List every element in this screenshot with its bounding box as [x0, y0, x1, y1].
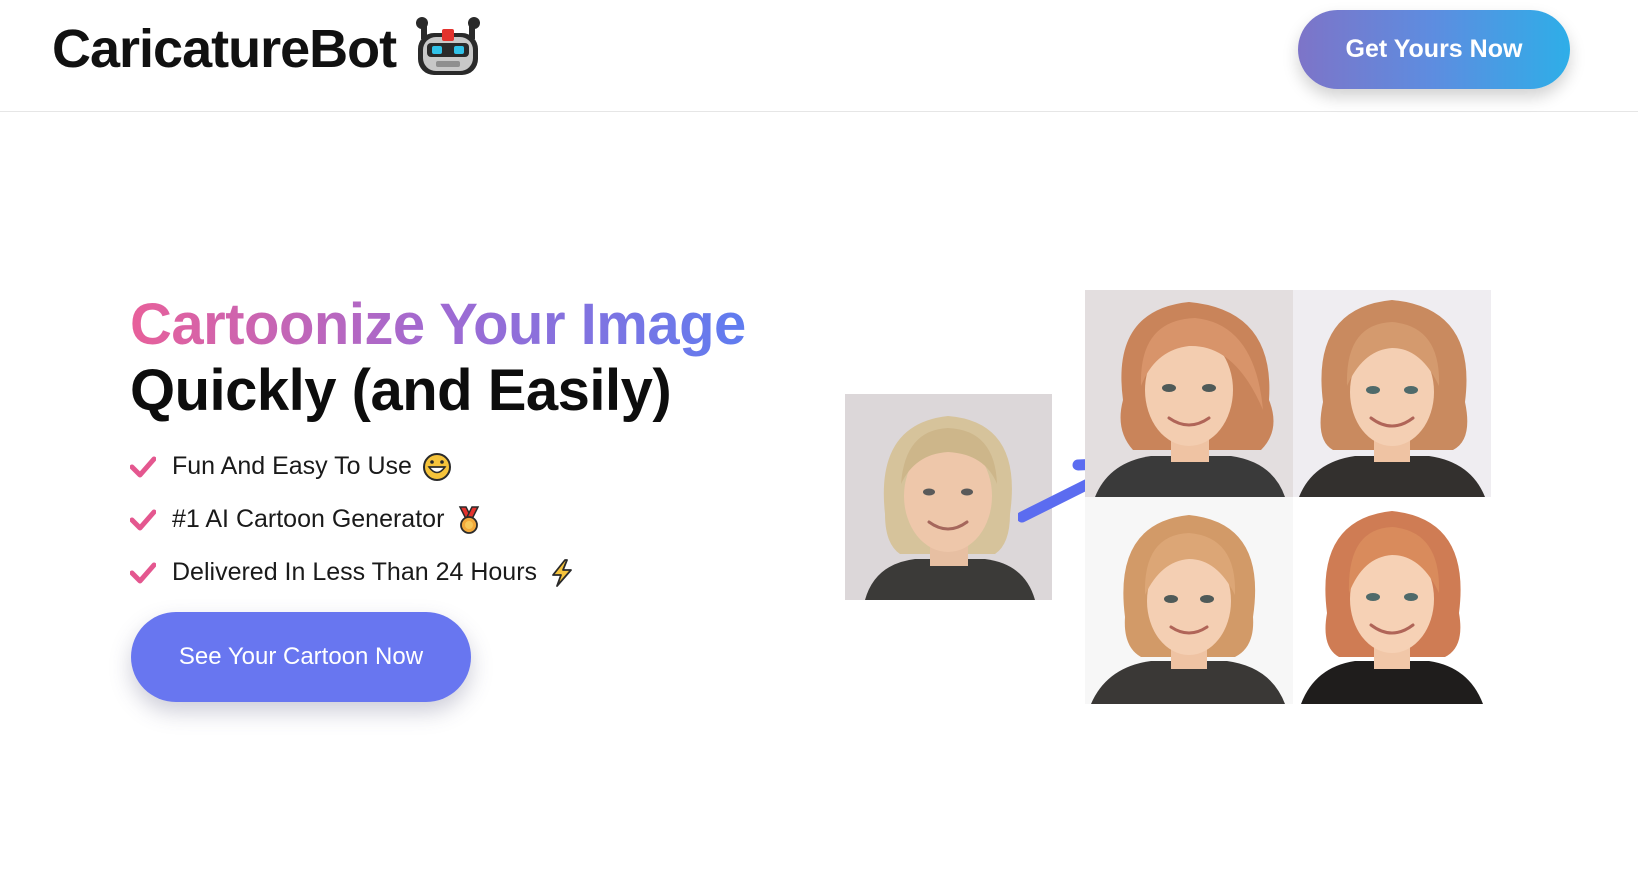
lightning-icon: [552, 558, 572, 587]
cartoon-result-1: [1085, 290, 1293, 497]
brand-logo[interactable]: CaricatureBot: [52, 14, 482, 84]
cartoon-result-2: [1293, 290, 1491, 497]
medal-icon: [459, 505, 480, 534]
hero-title-subline: Quickly (and Easily): [130, 358, 672, 423]
brand-name: CaricatureBot: [52, 19, 397, 79]
site-header: CaricatureBot Get Yours Now: [0, 0, 1638, 112]
hero-title-highlight: Cartoonize Your Image: [130, 292, 746, 357]
feature-list: Fun And Easy To Use #1 AI Cartoon Genera…: [130, 440, 577, 599]
feature-label: Delivered In Less Than 24 Hours: [172, 558, 538, 586]
check-icon: [130, 456, 156, 477]
feature-item: Delivered In Less Than 24 Hours: [130, 546, 577, 599]
check-icon: [130, 562, 156, 583]
feature-item: #1 AI Cartoon Generator: [130, 493, 577, 546]
feature-label: Fun And Easy To Use: [172, 452, 412, 480]
see-your-cartoon-button[interactable]: See Your Cartoon Now: [131, 612, 471, 702]
feature-item: Fun And Easy To Use: [130, 440, 577, 493]
feature-label: #1 AI Cartoon Generator: [172, 505, 445, 533]
hero-title: Cartoonize Your Image Quickly (and Easil…: [130, 292, 746, 424]
cartoon-result-4: [1293, 497, 1491, 704]
robot-icon: [416, 17, 481, 75]
get-yours-now-button[interactable]: Get Yours Now: [1298, 10, 1570, 89]
grinning-face-icon: [422, 452, 451, 481]
check-icon: [130, 509, 156, 530]
cartoon-result-3: [1085, 497, 1293, 704]
